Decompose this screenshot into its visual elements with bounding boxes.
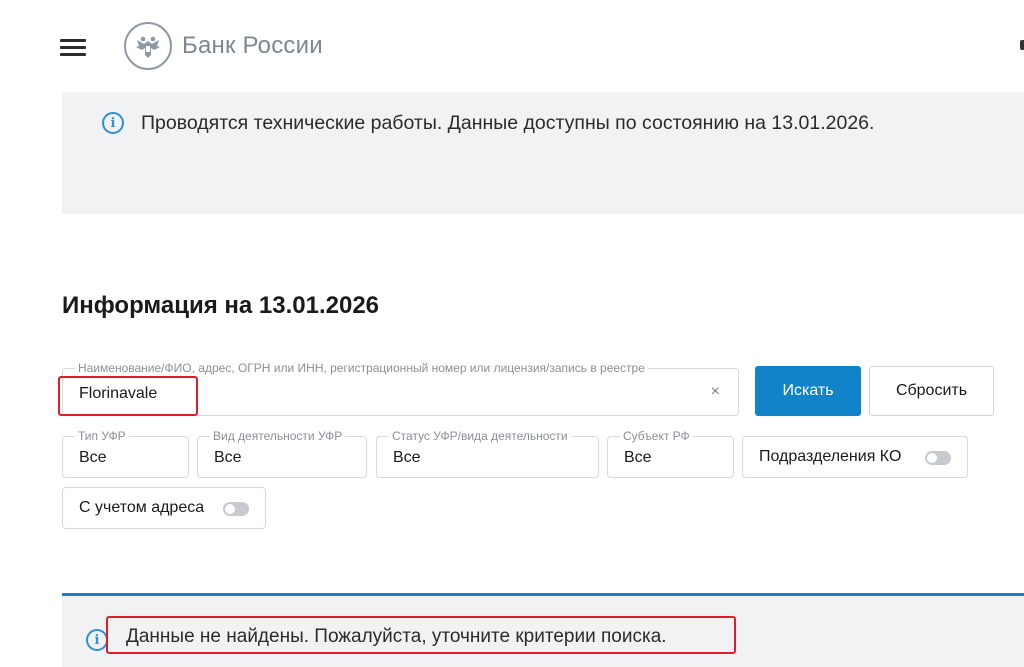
page-title: Информация на 13.01.2026 (62, 292, 380, 319)
branches-toggle-box[interactable]: Подразделения КО (742, 436, 968, 478)
filter-activity-value: Все (214, 449, 242, 466)
filter-status-value: Все (393, 449, 421, 466)
address-toggle-switch[interactable] (223, 502, 249, 516)
maintenance-banner: i Проводятся технические работы. Данные … (62, 92, 1024, 214)
filter-activity-select[interactable]: Вид деятельности УФР Все (197, 429, 367, 478)
filter-status-select[interactable]: Статус УФР/вида деятельности Все (376, 429, 599, 478)
filter-status-legend: Статус УФР/вида деятельности (389, 429, 571, 443)
bank-logo[interactable]: Банк России (124, 22, 323, 70)
page: Банк России i Проводятся технические раб… (0, 0, 1024, 667)
logo-text: Банк России (182, 32, 323, 59)
info-icon: i (86, 629, 108, 651)
header-edge-icon (1020, 40, 1024, 50)
not-found-message: Данные не найдены. Пожалуйста, уточните … (126, 626, 667, 647)
filter-subject-value: Все (624, 449, 652, 466)
search-button[interactable]: Искать (755, 366, 861, 416)
maintenance-message: Проводятся технические работы. Данные до… (141, 112, 875, 134)
filter-activity-legend: Вид деятельности УФР (210, 429, 346, 443)
hamburger-menu-icon[interactable] (60, 38, 86, 56)
filter-type-value: Все (79, 449, 107, 466)
search-input-value[interactable]: Florinavale (79, 385, 157, 403)
address-toggle-label: С учетом адреса (79, 499, 205, 516)
branches-toggle-label: Подразделения КО (759, 448, 902, 465)
not-found-banner: i Данные не найдены. Пожалуйста, уточнит… (62, 593, 1024, 667)
clear-icon[interactable]: × (711, 383, 720, 401)
branches-toggle-switch[interactable] (925, 451, 951, 465)
filter-type-select[interactable]: Тип УФР Все (62, 429, 189, 478)
search-field-legend: Наименование/ФИО, адрес, ОГРН или ИНН, р… (75, 361, 648, 375)
info-icon: i (102, 112, 124, 134)
reset-button[interactable]: Сбросить (869, 366, 994, 416)
filter-subject-select[interactable]: Субъект РФ Все (607, 429, 734, 478)
search-field[interactable]: Наименование/ФИО, адрес, ОГРН или ИНН, р… (62, 361, 739, 416)
filter-type-legend: Тип УФР (75, 429, 129, 443)
double-headed-eagle-icon (124, 22, 172, 70)
address-toggle-box[interactable]: С учетом адреса (62, 487, 266, 529)
filter-subject-legend: Субъект РФ (620, 429, 693, 443)
